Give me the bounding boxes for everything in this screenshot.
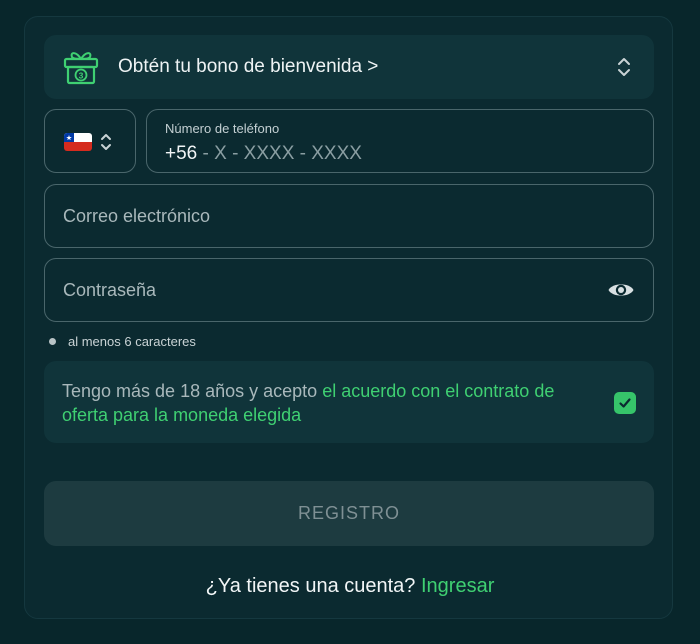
- gift-icon: 3: [63, 52, 99, 85]
- country-code-selector[interactable]: [44, 109, 136, 173]
- terms-statement: Tengo más de 18 años y acepto: [62, 381, 323, 401]
- password-hint: al menos 6 caracteres: [49, 334, 196, 349]
- email-input[interactable]: Correo electrónico: [44, 184, 654, 248]
- welcome-bonus-selector[interactable]: 3 Obtén tu bono de bienvenida >: [44, 35, 654, 99]
- phone-prefix: +56: [165, 143, 198, 164]
- login-prompt: ¿Ya tienes una cuenta? Ingresar: [0, 575, 700, 598]
- terms-checkbox[interactable]: [614, 392, 636, 414]
- phone-number-value: +56 - X - XXXX - XXXX: [165, 143, 362, 165]
- terms-agreement: Tengo más de 18 años y acepto el acuerdo…: [44, 361, 654, 443]
- login-question: ¿Ya tienes una cuenta?: [205, 575, 416, 597]
- password-placeholder: Contraseña: [63, 280, 157, 300]
- welcome-bonus-label: Obtén tu bono de bienvenida >: [118, 56, 379, 77]
- password-input[interactable]: Contraseña: [44, 258, 654, 322]
- terms-text: Tengo más de 18 años y acepto el acuerdo…: [62, 379, 602, 427]
- gift-badge-number: 3: [79, 70, 84, 80]
- login-link[interactable]: Ingresar: [421, 575, 494, 597]
- phone-number-input[interactable]: Número de teléfono +56 - X - XXXX - XXXX: [146, 109, 654, 173]
- chevron-updown-icon: [618, 58, 630, 76]
- email-placeholder: Correo electrónico: [63, 206, 211, 226]
- checkmark-icon: [619, 398, 631, 408]
- phone-mask: - X - XXXX - XXXX: [197, 143, 362, 164]
- phone-number-label: Número de teléfono: [165, 121, 280, 136]
- register-button[interactable]: REGISTRO: [44, 481, 654, 546]
- bullet-dot: [49, 338, 56, 345]
- password-hint-text: al menos 6 caracteres: [68, 334, 196, 349]
- chevron-updown-icon: [101, 134, 111, 150]
- chile-flag-icon: [64, 133, 92, 151]
- show-password-eye-icon[interactable]: [607, 278, 635, 302]
